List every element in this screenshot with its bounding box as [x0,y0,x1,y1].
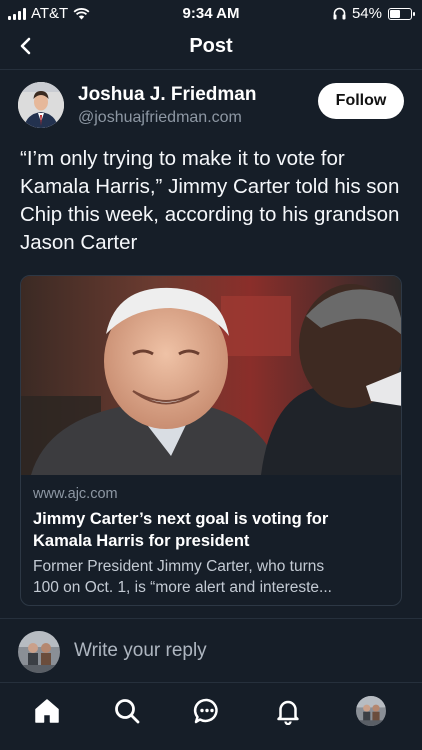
page-title: Post [189,35,233,57]
battery-icon [388,7,415,20]
tab-profile[interactable] [356,696,386,726]
link-preview-card[interactable]: www.ajc.com Jimmy Carter’s next goal is … [20,275,402,606]
profile-avatar-icon [356,696,386,726]
author-name[interactable]: Joshua J. Friedman [78,84,256,106]
post-text: “I’m only trying to make it to vote for … [20,147,400,254]
battery-fill [390,9,400,18]
tab-notifications[interactable] [272,695,304,727]
jimmy-carter-photo [21,276,401,475]
post-screen: AT&T 9:34 AM 54% Post Joshua J. Friedman… [0,0,422,750]
link-preview-image [21,276,401,475]
home-icon [35,699,59,723]
reply-bar[interactable]: Write your reply [0,618,422,682]
link-domain: www.ajc.com [33,486,118,502]
search-icon [115,699,140,724]
battery-percent: 54% [351,5,382,22]
link-description-line-1: Former President Jimmy Carter, who turns [33,558,325,575]
author-avatar-image [18,82,64,128]
status-right: 54% [333,5,415,22]
post-author: Joshua J. Friedman @joshuajfriedman.com … [18,82,408,132]
link-title: Jimmy Carter’s next goal is voting for K… [33,510,329,550]
follow-button[interactable]: Follow [318,83,404,119]
my-avatar-image [18,631,60,673]
my-avatar [18,631,60,673]
author-avatar[interactable] [18,82,64,128]
bell-icon [277,700,299,725]
link-preview-body: www.ajc.com Jimmy Carter’s next goal is … [21,475,401,598]
chat-icon [193,698,218,724]
bottom-tab-bar [0,682,422,750]
top-nav: Post [0,26,422,70]
reply-input[interactable]: Write your reply [74,640,207,662]
headphones-icon [333,7,346,20]
link-description-line-2: 100 on Oct. 1, is “more alert and intere… [33,579,332,596]
tab-chat[interactable] [191,695,223,727]
tab-search[interactable] [111,695,143,727]
tab-home[interactable] [31,695,63,727]
author-handle[interactable]: @joshuajfriedman.com [78,109,242,127]
status-bar: AT&T 9:34 AM 54% [0,0,422,26]
